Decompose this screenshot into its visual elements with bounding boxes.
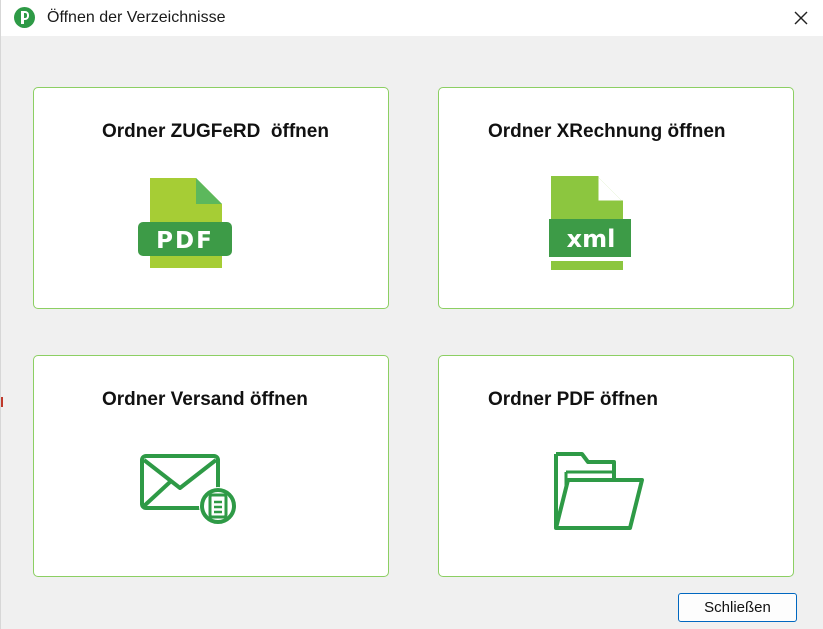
mail-document-icon — [140, 454, 237, 525]
app-logo-icon — [14, 7, 35, 28]
pdf-file-icon: PDF — [138, 178, 232, 268]
xml-file-icon: xml — [549, 176, 631, 270]
card-label-versand: Ordner Versand öffnen — [102, 389, 308, 410]
open-versand-folder-card[interactable]: Ordner Versand öffnen — [33, 355, 389, 577]
card-label-xrechnung: Ordner XRechnung öffnen — [488, 121, 726, 142]
close-icon — [794, 11, 808, 25]
open-folder-icon — [554, 452, 644, 530]
title-bar: Öffnen der Verzeichnisse — [1, 0, 823, 36]
close-dialog-button[interactable]: Schließen — [678, 593, 797, 622]
dialog-window: Öffnen der Verzeichnisse Ordner ZUGFeRD … — [0, 0, 823, 629]
card-label-zugferd: Ordner ZUGFeRD öffnen — [102, 121, 329, 142]
card-label-pdf: Ordner PDF öffnen — [488, 389, 658, 410]
edge-marker — [1, 397, 3, 407]
close-button[interactable] — [778, 0, 823, 36]
window-title: Öffnen der Verzeichnisse — [47, 9, 226, 26]
xml-icon-text: xml — [567, 225, 616, 253]
open-xrechnung-folder-card[interactable]: Ordner XRechnung öffnen xml — [438, 87, 794, 309]
open-zugferd-folder-card[interactable]: Ordner ZUGFeRD öffnen PDF — [33, 87, 389, 309]
open-pdf-folder-card[interactable]: Ordner PDF öffnen — [438, 355, 794, 577]
pdf-icon-text: PDF — [156, 228, 214, 254]
